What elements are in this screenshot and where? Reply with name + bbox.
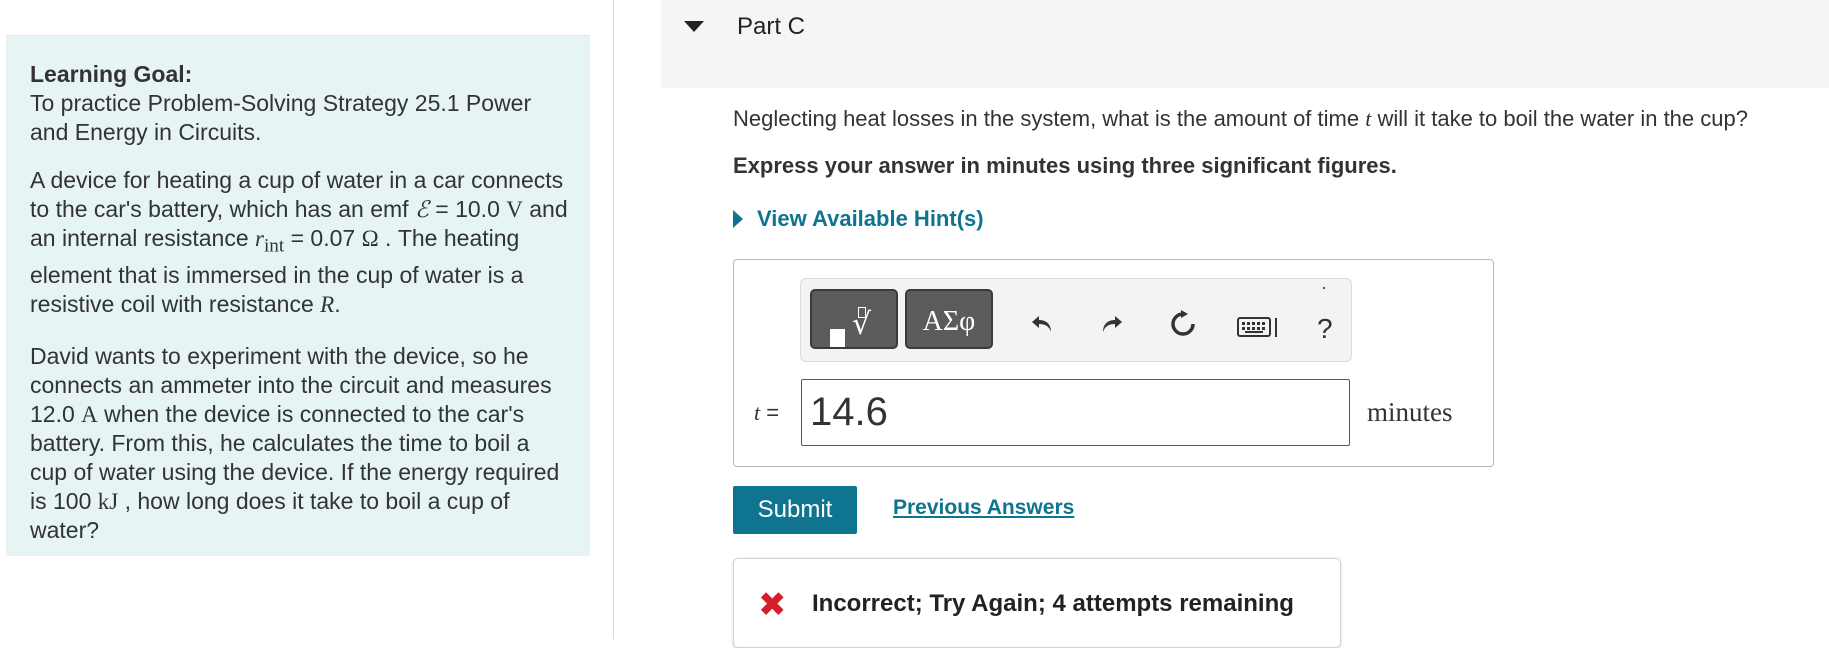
column-divider bbox=[613, 0, 614, 639]
question-before: Neglecting heat losses in the system, wh… bbox=[733, 106, 1366, 131]
emf-symbol: ℰ bbox=[414, 197, 429, 222]
help-button[interactable]: ? bbox=[1317, 313, 1333, 345]
hint-label[interactable]: View Available Hint(s) bbox=[757, 206, 984, 232]
energy-unit: kJ bbox=[97, 488, 119, 514]
text-span: David wants to experiment with the devic… bbox=[30, 342, 552, 398]
feedback-text: Incorrect; Try Again; 4 attempts remaini… bbox=[812, 590, 1294, 617]
collapse-caret-icon[interactable] bbox=[684, 21, 704, 32]
answer-instruction: Express your answer in minutes using thr… bbox=[733, 153, 1397, 178]
reset-icon[interactable] bbox=[1168, 309, 1198, 344]
current-unit: A bbox=[81, 401, 98, 427]
feedback-box: ✖ Incorrect; Try Again; 4 attempts remai… bbox=[733, 558, 1341, 648]
view-hints-toggle[interactable]: View Available Hint(s) bbox=[733, 206, 984, 232]
x-icon: ✖ bbox=[758, 585, 787, 625]
answer-unit: minutes bbox=[1367, 397, 1453, 427]
submit-button[interactable]: Submit bbox=[733, 486, 857, 534]
answer-variable: t bbox=[754, 400, 761, 425]
symbols-label: ΑΣφ bbox=[922, 306, 976, 337]
keyboard-icon[interactable] bbox=[1237, 315, 1283, 344]
text-span: . bbox=[334, 290, 341, 317]
template-box-icon bbox=[830, 329, 845, 347]
learning-goal-label: Learning Goal: bbox=[30, 61, 193, 87]
text-span: = 0.07 bbox=[284, 225, 362, 251]
templates-button[interactable]: √ bbox=[810, 289, 898, 349]
part-header[interactable]: Part C bbox=[661, 0, 1829, 88]
learning-goal-panel: Learning Goal: To practice Problem-Solvi… bbox=[6, 35, 590, 556]
current-value: 12.0 bbox=[30, 400, 75, 427]
answer-variable-label: t = bbox=[754, 400, 780, 425]
text-span: = bbox=[428, 196, 456, 222]
emf-value: 10.0 bbox=[455, 196, 500, 222]
expand-caret-icon bbox=[733, 210, 743, 228]
resistance-R-symbol: R bbox=[320, 291, 335, 317]
redo-icon[interactable] bbox=[1099, 311, 1125, 342]
emf-unit: V bbox=[506, 197, 523, 222]
previous-answers-link[interactable]: Previous Answers bbox=[893, 496, 1074, 520]
question-text: Neglecting heat losses in the system, wh… bbox=[733, 106, 1748, 132]
equation-toolbar: √ ΑΣφ ? bbox=[800, 278, 1352, 362]
undo-icon[interactable] bbox=[1029, 311, 1055, 342]
ohm-unit: Ω bbox=[361, 226, 379, 251]
learning-goal-text: To practice Problem-Solving Strategy 25.… bbox=[30, 90, 532, 145]
symbols-button[interactable]: ΑΣφ bbox=[905, 289, 993, 349]
toolbar-dot bbox=[1323, 287, 1325, 289]
answer-box: √ ΑΣφ ? t = minutes bbox=[733, 259, 1494, 467]
part-title: Part C bbox=[737, 13, 806, 40]
template-placeholder-icon bbox=[858, 307, 866, 318]
problem-paragraph-2: David wants to experiment with the devic… bbox=[30, 342, 568, 545]
resistance-symbol: r bbox=[255, 226, 264, 251]
question-after: will it take to boil the water in the cu… bbox=[1371, 106, 1748, 131]
answer-input[interactable] bbox=[801, 379, 1350, 446]
problem-paragraph-1: A device for heating a cup of water in a… bbox=[30, 166, 568, 319]
resistance-subscript: int bbox=[263, 235, 285, 257]
